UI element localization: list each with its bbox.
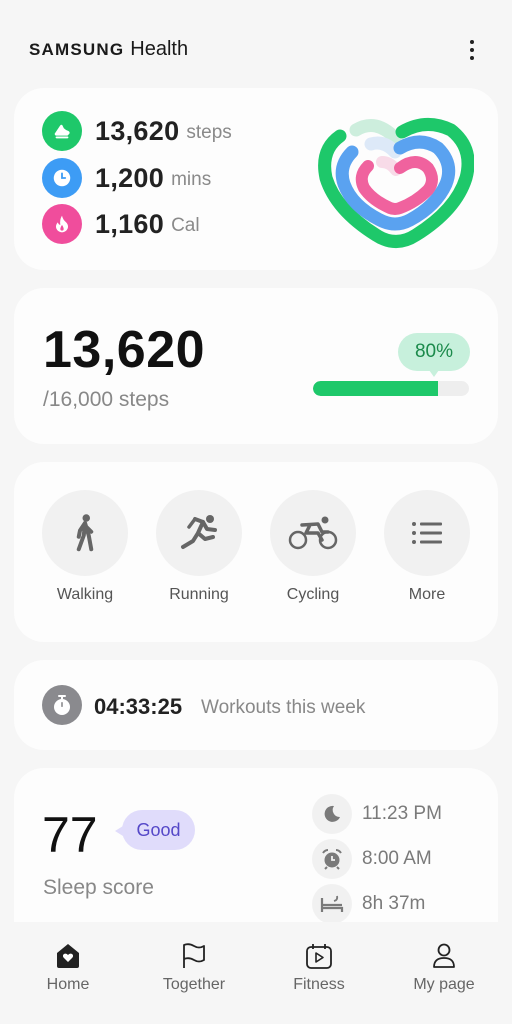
activity-running-label: Running bbox=[169, 586, 229, 603]
steps-progress-bar bbox=[313, 381, 469, 396]
sleep-card[interactable]: 77 Good Sleep score 11:23 PM 8:00 AM 8h … bbox=[14, 768, 498, 948]
nav-my-page-label: My page bbox=[413, 976, 475, 993]
workout-label: Workouts this week bbox=[201, 697, 366, 718]
running-icon bbox=[156, 490, 242, 576]
fitness-icon bbox=[264, 942, 374, 970]
sleep-duration-row: 8h 37m bbox=[312, 884, 425, 924]
stat-minutes: 1,200 mins bbox=[42, 157, 211, 199]
activity-more-label: More bbox=[408, 586, 446, 603]
stopwatch-icon bbox=[42, 685, 82, 725]
clock-icon bbox=[42, 158, 82, 198]
minutes-value: 1,200 bbox=[95, 162, 165, 193]
alarm-icon bbox=[312, 839, 352, 879]
steps-unit: steps bbox=[186, 122, 232, 143]
activity-more-button[interactable]: More bbox=[384, 490, 470, 604]
bed-icon bbox=[312, 884, 352, 924]
steps-count: 13,620 bbox=[43, 321, 206, 379]
bedtime-text: 11:23 PM bbox=[362, 803, 442, 824]
walking-icon bbox=[42, 490, 128, 576]
more-vertical-icon[interactable] bbox=[460, 36, 484, 64]
app-header: SAMSUNG Health bbox=[0, 0, 512, 88]
sleep-rating-badge: Good bbox=[115, 810, 195, 850]
home-icon bbox=[13, 942, 123, 970]
flame-icon bbox=[42, 204, 82, 244]
brand-health: Health bbox=[130, 38, 189, 60]
moon-icon bbox=[312, 794, 352, 834]
activities-card: Walking Running Cycling More bbox=[14, 462, 498, 642]
brand-samsung: SAMSUNG bbox=[29, 40, 125, 59]
shoe-icon bbox=[42, 111, 82, 151]
wake-time-text: 8:00 AM bbox=[362, 848, 432, 869]
flag-icon bbox=[139, 942, 249, 970]
bottom-navigation: Home Together Fitness My page bbox=[0, 922, 512, 1024]
minutes-unit: mins bbox=[171, 169, 212, 190]
list-icon bbox=[384, 490, 470, 576]
app-title: SAMSUNG Health bbox=[29, 37, 188, 62]
steps-progress-fill bbox=[313, 381, 438, 396]
wake-time-row: 8:00 AM bbox=[312, 839, 432, 879]
nav-home[interactable]: Home bbox=[13, 942, 123, 994]
activity-heart-icon bbox=[318, 118, 474, 248]
stat-steps: 13,620 steps bbox=[42, 110, 232, 152]
person-icon bbox=[389, 942, 499, 970]
nav-home-label: Home bbox=[46, 976, 90, 993]
calories-unit: Cal bbox=[171, 215, 200, 236]
progress-percent-badge: 80% bbox=[398, 333, 470, 377]
nav-fitness[interactable]: Fitness bbox=[264, 942, 374, 994]
steps-goal: /16,000 steps bbox=[43, 388, 170, 411]
workout-time: 04:33:25 bbox=[94, 694, 183, 719]
nav-fitness-label: Fitness bbox=[293, 976, 345, 993]
stat-calories: 1,160 Cal bbox=[42, 203, 200, 245]
cycling-icon bbox=[270, 490, 356, 576]
steps-card[interactable]: 13,620 /16,000 steps 80% bbox=[14, 288, 498, 444]
daily-summary-card[interactable]: 13,620 steps 1,200 mins 1,160 Cal bbox=[14, 88, 498, 270]
nav-together-label: Together bbox=[162, 976, 226, 993]
activity-cycling-label: Cycling bbox=[286, 586, 340, 603]
sleep-duration-text: 8h 37m bbox=[362, 893, 426, 914]
nav-my-page[interactable]: My page bbox=[389, 942, 499, 994]
sleep-score-value: 77 bbox=[42, 807, 98, 863]
sleep-score-label: Sleep score bbox=[43, 876, 154, 899]
nav-together[interactable]: Together bbox=[139, 942, 249, 994]
bedtime-row: 11:23 PM bbox=[312, 794, 442, 834]
activity-cycling-button[interactable]: Cycling bbox=[270, 490, 356, 604]
workouts-card[interactable]: 04:33:25 Workouts this week bbox=[14, 660, 498, 750]
activity-walking-button[interactable]: Walking bbox=[42, 490, 128, 604]
steps-value: 13,620 bbox=[95, 115, 180, 146]
activity-running-button[interactable]: Running bbox=[156, 490, 242, 604]
activity-walking-label: Walking bbox=[56, 586, 114, 603]
calories-value: 1,160 bbox=[95, 208, 165, 239]
